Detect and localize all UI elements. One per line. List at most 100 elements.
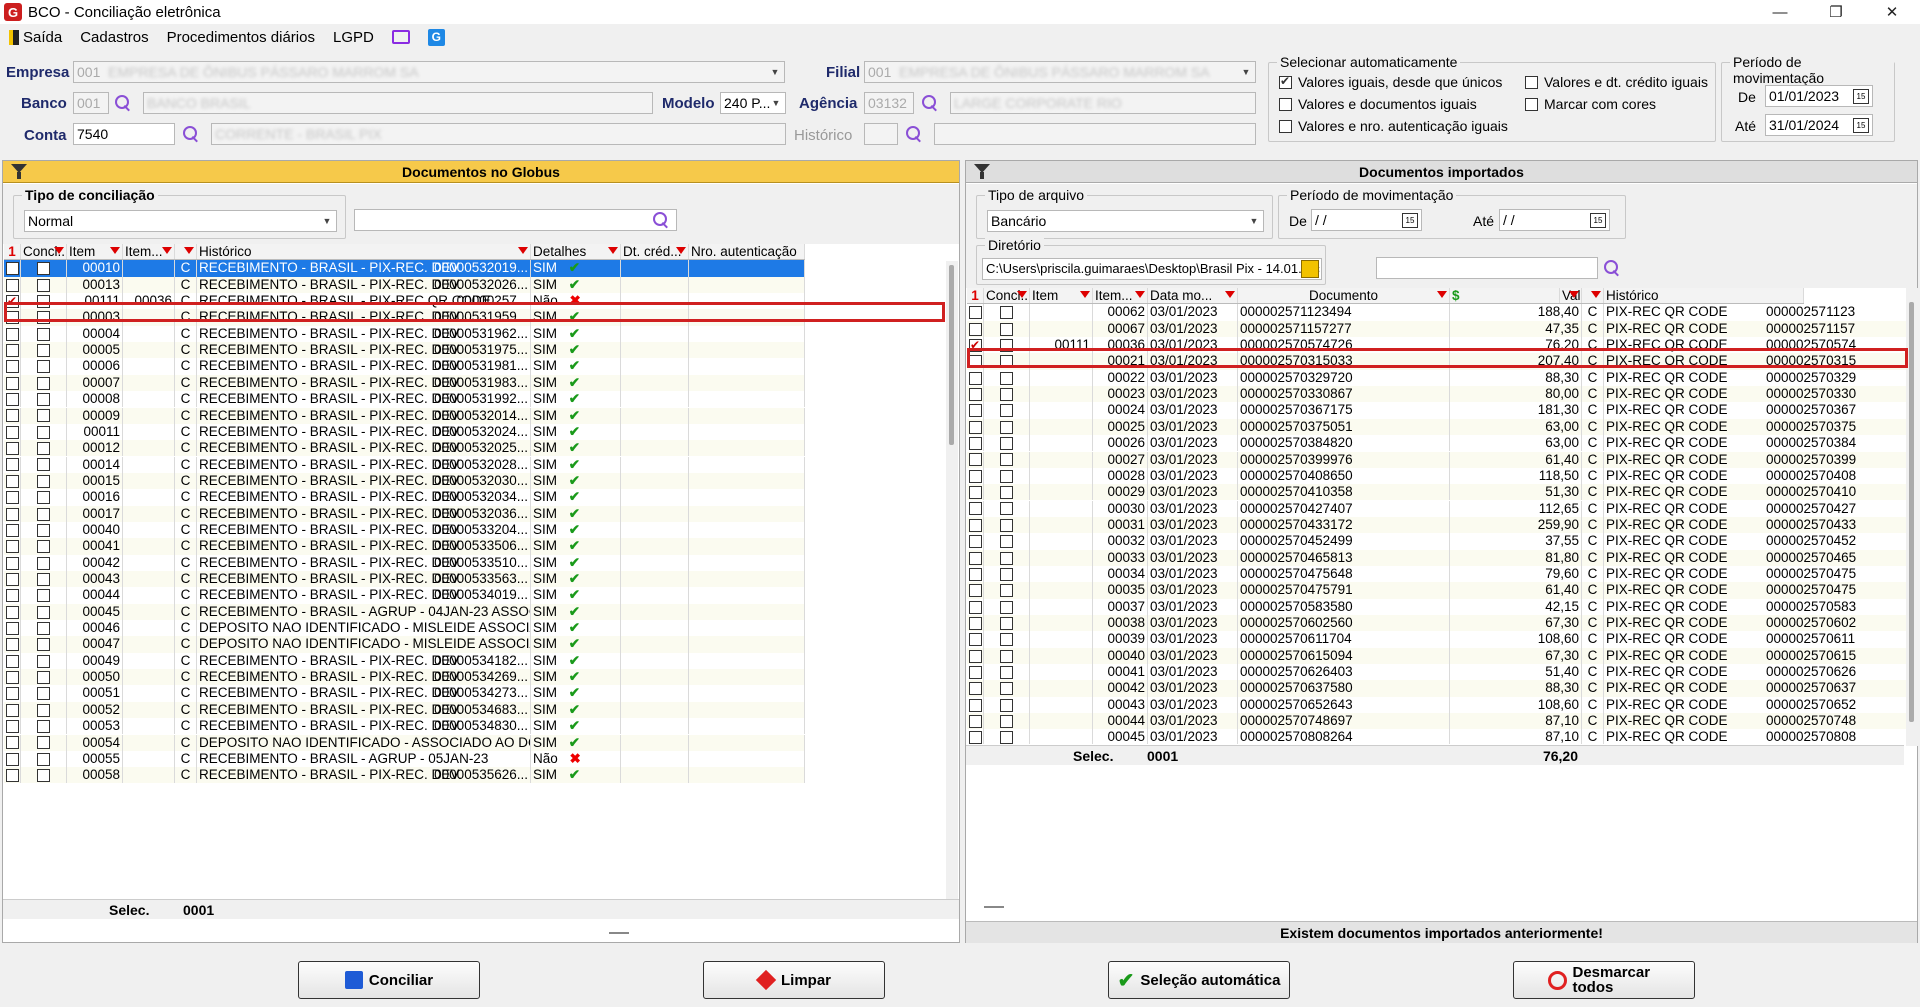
- row-checkbox[interactable]: [969, 453, 982, 467]
- conciliado-cell[interactable]: [21, 276, 67, 293]
- table-row[interactable]: 00051 C RECEBIMENTO - BRASIL - PIX-REC. DE…: [4, 685, 805, 702]
- filter-icon[interactable]: [1591, 291, 1601, 298]
- conciliado-checkbox[interactable]: [1000, 633, 1013, 647]
- row-checkbox[interactable]: [6, 752, 19, 766]
- table-row[interactable]: 00053 C RECEBIMENTO - BRASIL - PIX-REC. DE…: [4, 718, 805, 735]
- table-row[interactable]: 00041 03/01/2023 000002570626403 51,40 C PIX-…: [967, 664, 1907, 681]
- row-checkbox[interactable]: [969, 649, 982, 663]
- row-checkbox[interactable]: [6, 638, 19, 652]
- agencia-code[interactable]: 03132: [864, 92, 914, 114]
- conciliado-cell[interactable]: [21, 505, 67, 522]
- row-select-cell[interactable]: [4, 407, 21, 424]
- conciliado-cell[interactable]: [21, 521, 67, 539]
- filter-icon[interactable]: [110, 247, 120, 254]
- filter-icon[interactable]: [1225, 291, 1235, 298]
- row-select-cell[interactable]: [967, 598, 984, 615]
- table-row[interactable]: 00006 C RECEBIMENTO - BRASIL - PIX-REC. DE…: [4, 358, 805, 375]
- table-row[interactable]: 00047 C DEPOSITO NAO IDENTIFICADO - MISLEI…: [4, 636, 805, 653]
- conciliado-cell[interactable]: [21, 701, 67, 719]
- column-header[interactable]: [175, 244, 197, 260]
- row-select-cell[interactable]: [4, 701, 21, 719]
- column-header[interactable]: Nro. autenticação: [689, 244, 805, 260]
- row-select-cell[interactable]: [967, 713, 984, 730]
- table-row[interactable]: 00005 C RECEBIMENTO - BRASIL - PIX-REC. DE…: [4, 342, 805, 359]
- selecao-automatica-button[interactable]: ✔ Seleção automática: [1108, 961, 1290, 999]
- empresa-select[interactable]: 001 EMPRESA DE ÔNIBUS PÁSSARO MARROM SA …: [73, 61, 785, 83]
- row-select-cell[interactable]: [967, 484, 984, 501]
- row-checkbox[interactable]: [6, 621, 19, 635]
- row-select-cell[interactable]: [967, 418, 984, 436]
- row-select-cell[interactable]: [967, 304, 984, 321]
- close-button[interactable]: ✕: [1864, 0, 1920, 24]
- conciliado-checkbox[interactable]: [1000, 551, 1013, 565]
- table-row[interactable]: 00031 03/01/2023 000002570433172 259,90 C PIX…: [967, 516, 1907, 534]
- column-header[interactable]: Data mo...: [1148, 288, 1238, 304]
- row-select-cell[interactable]: [967, 533, 984, 550]
- row-checkbox[interactable]: [6, 344, 19, 358]
- row-select-cell[interactable]: [967, 500, 984, 517]
- conciliado-checkbox[interactable]: [37, 294, 50, 308]
- row-checkbox[interactable]: [969, 682, 982, 696]
- conciliado-checkbox[interactable]: [1000, 682, 1013, 696]
- table-row[interactable]: 00055 C RECEBIMENTO - BRASIL - AGRUP - 05J…: [4, 750, 805, 768]
- table-row[interactable]: 00027 03/01/2023 000002570399976 61,40 C PIX-…: [967, 451, 1907, 468]
- row-select-cell[interactable]: [967, 467, 984, 485]
- row-checkbox[interactable]: [6, 425, 19, 439]
- table-row[interactable]: 00015 C RECEBIMENTO - BRASIL - PIX-REC. DE…: [4, 472, 805, 490]
- search-icon[interactable]: [904, 124, 924, 144]
- conciliado-checkbox[interactable]: [1000, 518, 1013, 532]
- column-header[interactable]: Histórico: [1604, 288, 1804, 304]
- column-header[interactable]: Detalhes: [531, 244, 621, 260]
- row-checkbox[interactable]: [6, 703, 19, 717]
- filter-icon[interactable]: [1135, 291, 1145, 298]
- scroll-thumb[interactable]: [1909, 302, 1914, 722]
- row-checkbox[interactable]: [6, 262, 19, 276]
- chevron-down-icon[interactable]: ▼: [769, 96, 783, 110]
- banco-code[interactable]: 001: [73, 92, 109, 114]
- row-select-cell[interactable]: [4, 685, 21, 702]
- row-select-cell[interactable]: [4, 472, 21, 490]
- opt-valores-unicos[interactable]: Valores iguais, desde que únicos: [1279, 74, 1502, 90]
- conciliado-cell[interactable]: [21, 309, 67, 326]
- filter-icon[interactable]: [1017, 291, 1027, 298]
- opt-marcar-cores[interactable]: Marcar com cores: [1525, 96, 1656, 112]
- row-checkbox[interactable]: [969, 486, 982, 500]
- filter-icon[interactable]: [608, 247, 618, 254]
- conciliado-cell[interactable]: [984, 549, 1030, 566]
- table-row[interactable]: 00043 03/01/2023 000002570652643 108,60 C PIX…: [967, 696, 1907, 714]
- table-row[interactable]: 00022 03/01/2023 000002570329720 88,30 C PIX-…: [967, 369, 1907, 387]
- table-row[interactable]: 00023 03/01/2023 000002570330867 80,00 C PIX-…: [967, 386, 1907, 403]
- imported-search-input[interactable]: [1376, 257, 1598, 279]
- conciliado-checkbox[interactable]: [37, 360, 50, 374]
- conciliar-button[interactable]: Conciliar: [298, 961, 480, 999]
- row-select-cell[interactable]: [967, 565, 984, 583]
- menu-procedimentos[interactable]: Procedimentos diários: [158, 29, 324, 46]
- filter-icon[interactable]: [518, 247, 528, 254]
- conciliado-cell[interactable]: [984, 565, 1030, 583]
- column-header[interactable]: Conci...: [21, 244, 67, 260]
- conciliado-cell[interactable]: [21, 571, 67, 588]
- conciliado-checkbox[interactable]: [1000, 404, 1013, 418]
- conciliado-cell[interactable]: [984, 451, 1030, 468]
- conciliado-cell[interactable]: [21, 260, 67, 277]
- conciliado-cell[interactable]: [21, 358, 67, 375]
- conciliado-checkbox[interactable]: [1000, 371, 1013, 385]
- row-checkbox[interactable]: [6, 605, 19, 619]
- row-checkbox[interactable]: [969, 600, 982, 614]
- row-select-cell[interactable]: [967, 386, 984, 403]
- table-row[interactable]: 00007 C RECEBIMENTO - BRASIL - PIX-REC. DE…: [4, 374, 805, 392]
- imported-de-field[interactable]: / / 15: [1311, 209, 1422, 231]
- row-select-cell[interactable]: [4, 325, 21, 343]
- row-select-cell[interactable]: [4, 571, 21, 588]
- conciliado-cell[interactable]: [21, 554, 67, 571]
- row-checkbox[interactable]: [6, 687, 19, 701]
- conciliado-cell[interactable]: [984, 615, 1030, 632]
- table-row[interactable]: 00044 03/01/2023 000002570748697 87,10 C PIX-…: [967, 713, 1907, 730]
- currency-icon[interactable]: $: [1450, 288, 1560, 304]
- conciliado-cell[interactable]: [21, 472, 67, 490]
- de-date-field[interactable]: 01/01/2023 15: [1765, 85, 1873, 107]
- row-select-cell[interactable]: [967, 582, 984, 599]
- conciliado-checkbox[interactable]: [37, 458, 50, 472]
- conciliado-checkbox[interactable]: [37, 621, 50, 635]
- conta-field[interactable]: 7540: [73, 123, 175, 145]
